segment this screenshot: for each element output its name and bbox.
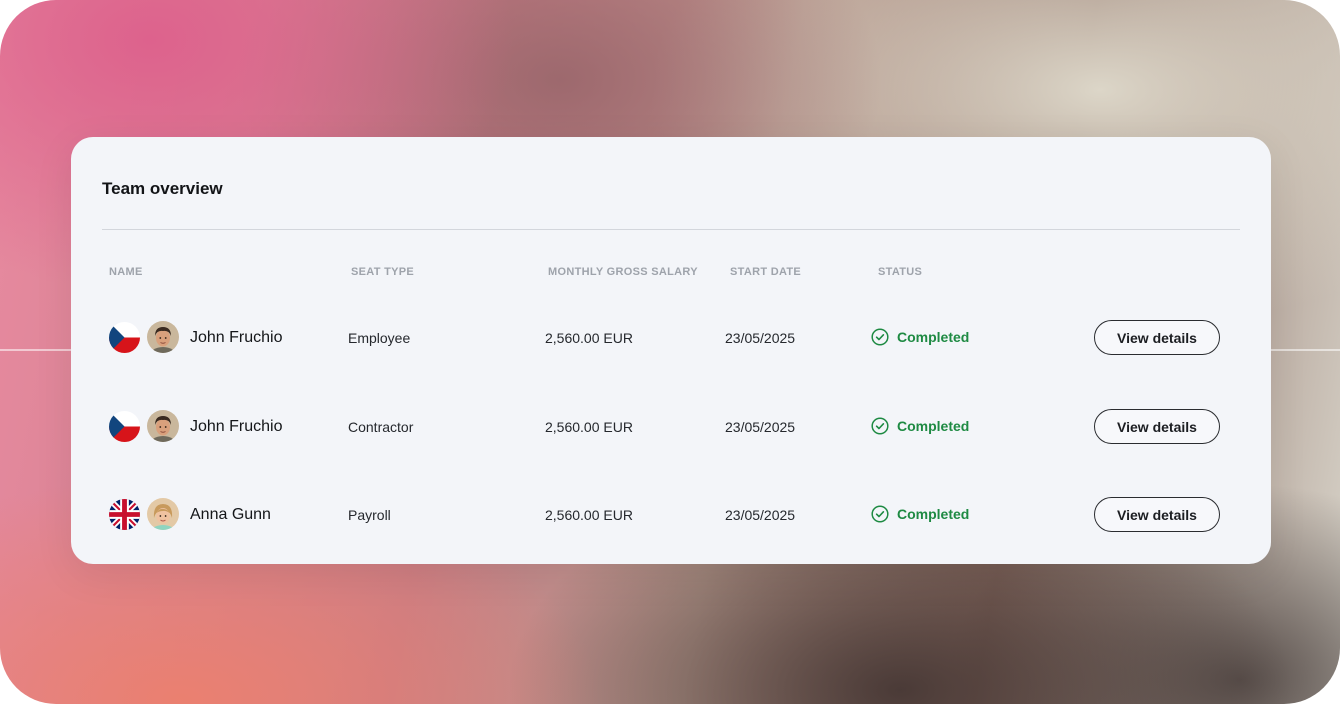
start-date: 23/05/2025 [725,507,796,523]
column-header-seat-type: SEAT TYPE [351,266,415,278]
avatar [147,410,179,442]
avatar [147,498,179,530]
check-circle-icon [871,417,889,435]
view-details-button[interactable]: View details [1094,320,1220,355]
employee-name: Anna Gunn [190,506,271,523]
czech-flag-icon [109,411,140,442]
start-date: 23/05/2025 [725,419,796,435]
monthly-salary: 2,560.00 EUR [545,419,633,435]
table-row: John Fruchio Contractor 2,560.00 EUR 23/… [71,406,1271,446]
background: Team overview NAME SEAT TYPE MONTHLY GRO… [0,0,1340,704]
table-row: Anna Gunn Payroll 2,560.00 EUR 23/05/202… [71,494,1271,534]
check-circle-icon [871,328,889,346]
status-badge: Completed [871,505,969,523]
column-header-name: NAME [109,266,143,278]
employee-name: John Fruchio [190,418,283,435]
status-badge: Completed [871,417,969,435]
column-header-salary: MONTHLY GROSS SALARY [548,266,698,278]
card-title: Team overview [102,179,223,198]
monthly-salary: 2,560.00 EUR [545,330,633,346]
team-overview-card: Team overview NAME SEAT TYPE MONTHLY GRO… [71,137,1271,564]
column-header-status: STATUS [878,266,923,278]
seat-type: Employee [348,330,411,346]
column-header-start-date: START DATE [730,266,802,278]
title-divider [102,229,1240,230]
check-circle-icon [871,505,889,523]
view-details-button[interactable]: View details [1094,409,1220,444]
seat-type: Payroll [348,507,391,523]
status-text: Completed [897,506,970,522]
seat-type: Contractor [348,419,414,435]
employee-name: John Fruchio [190,329,283,346]
table-row: John Fruchio Employee 2,560.00 EUR 23/05… [71,317,1271,357]
monthly-salary: 2,560.00 EUR [545,507,633,523]
view-details-button[interactable]: View details [1094,497,1220,532]
start-date: 23/05/2025 [725,330,796,346]
status-text: Completed [897,329,970,345]
status-badge: Completed [871,328,969,346]
status-text: Completed [897,418,970,434]
avatar [147,321,179,353]
uk-flag-icon [109,499,140,530]
czech-flag-icon [109,322,140,353]
